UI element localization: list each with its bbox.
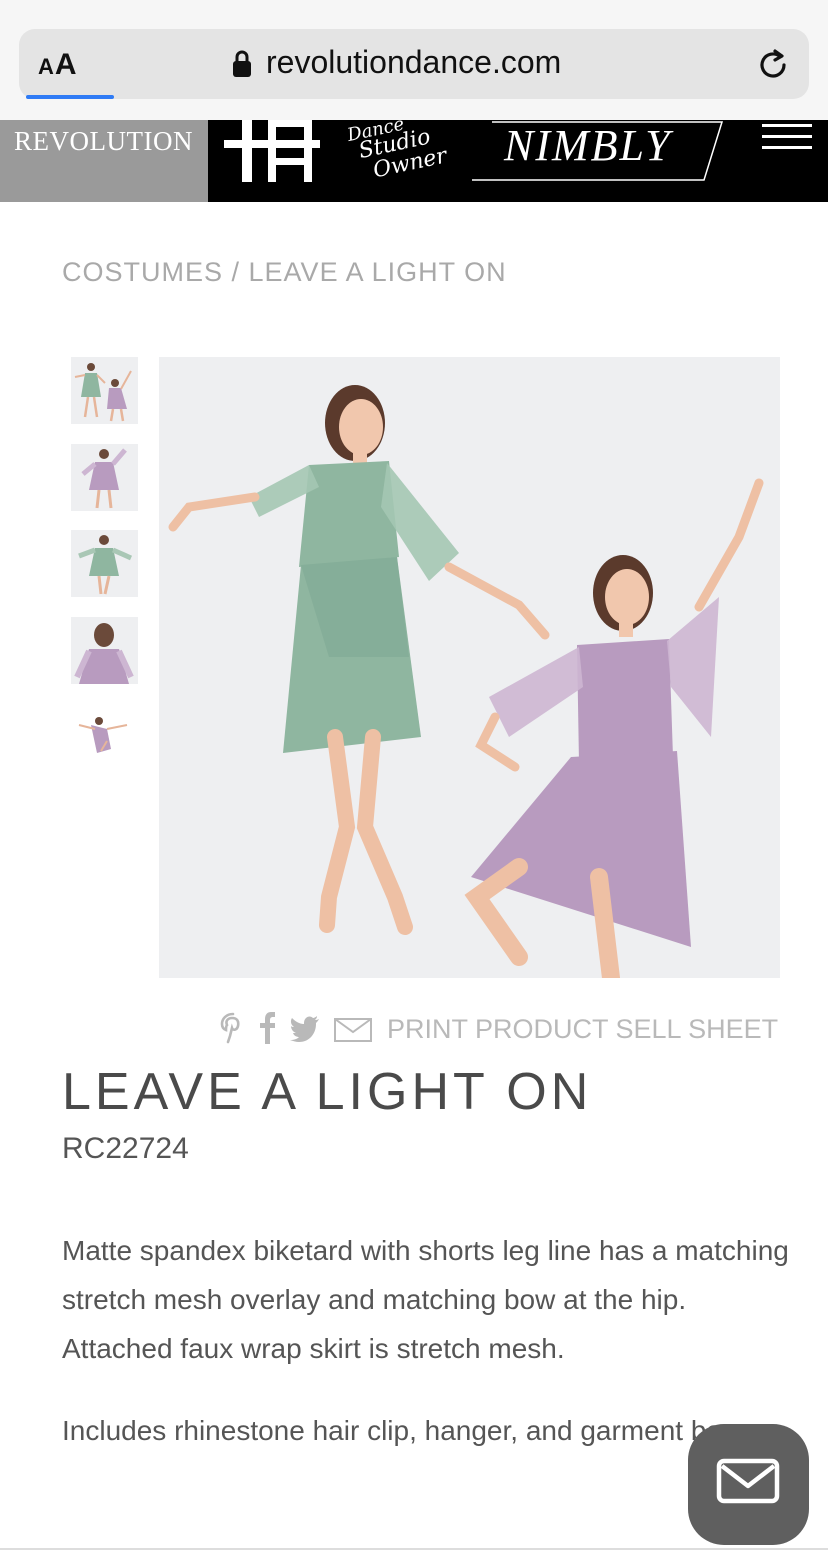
reload-icon[interactable]: [757, 48, 791, 82]
thumbnail-3[interactable]: [71, 530, 138, 597]
product-sku: RC22724: [62, 1132, 189, 1165]
thumbnail-5[interactable]: [71, 703, 138, 770]
revolution-logo-link[interactable]: REVOLUTION: [0, 120, 208, 202]
breadcrumb-costumes-link[interactable]: COSTUMES: [62, 257, 223, 287]
browser-toolbar: AA revolutiondance.com: [0, 0, 828, 120]
main-product-image[interactable]: [159, 357, 780, 978]
share-row: PRINT PRODUCT SELL SHEET: [220, 1012, 780, 1048]
lock-icon: [233, 50, 251, 77]
print-sell-sheet-link[interactable]: PRINT PRODUCT SELL SHEET: [387, 1014, 778, 1045]
thumbnail-4[interactable]: [71, 617, 138, 684]
breadcrumb: COSTUMES / LEAVE A LIGHT ON: [62, 257, 507, 288]
text-size-button[interactable]: AA: [38, 48, 78, 82]
thumbnail-2[interactable]: [71, 444, 138, 511]
contact-chat-button[interactable]: [688, 1424, 809, 1545]
pinterest-icon[interactable]: [220, 1012, 246, 1044]
dancer-lavender-figure: [464, 478, 764, 978]
dance-studio-owner-logo-link[interactable]: Dance Studio Owner: [340, 111, 449, 194]
breadcrumb-current: LEAVE A LIGHT ON: [248, 257, 507, 287]
revolution-logo-text: REVOLUTION: [14, 126, 193, 156]
product-includes: Includes rhinestone hair clip, hanger, a…: [62, 1415, 746, 1446]
product-description: Matte spandex biketard with shorts leg l…: [62, 1235, 789, 1364]
envelope-icon: [716, 1458, 780, 1504]
product-title: LEAVE A LIGHT ON: [62, 1063, 593, 1121]
hamburger-menu-icon[interactable]: [762, 124, 812, 154]
twitter-icon[interactable]: [290, 1016, 320, 1042]
dancer-green-figure: [168, 385, 550, 935]
eighteen-logo-icon[interactable]: [224, 120, 320, 182]
nimbly-logo-link[interactable]: NIMBLY: [470, 120, 724, 182]
url-text[interactable]: revolutiondance.com: [266, 44, 561, 81]
brand-navigation: REVOLUTION Dance Studio Owner NIMBLY: [0, 114, 828, 202]
page-load-progress: [26, 95, 114, 99]
breadcrumb-separator: /: [223, 257, 249, 287]
thumbnail-1[interactable]: [71, 357, 138, 424]
facebook-icon[interactable]: [258, 1012, 276, 1044]
nimbly-logo-text: NIMBLY: [504, 121, 672, 170]
divider: [0, 1548, 828, 1550]
email-icon[interactable]: [334, 1018, 372, 1042]
